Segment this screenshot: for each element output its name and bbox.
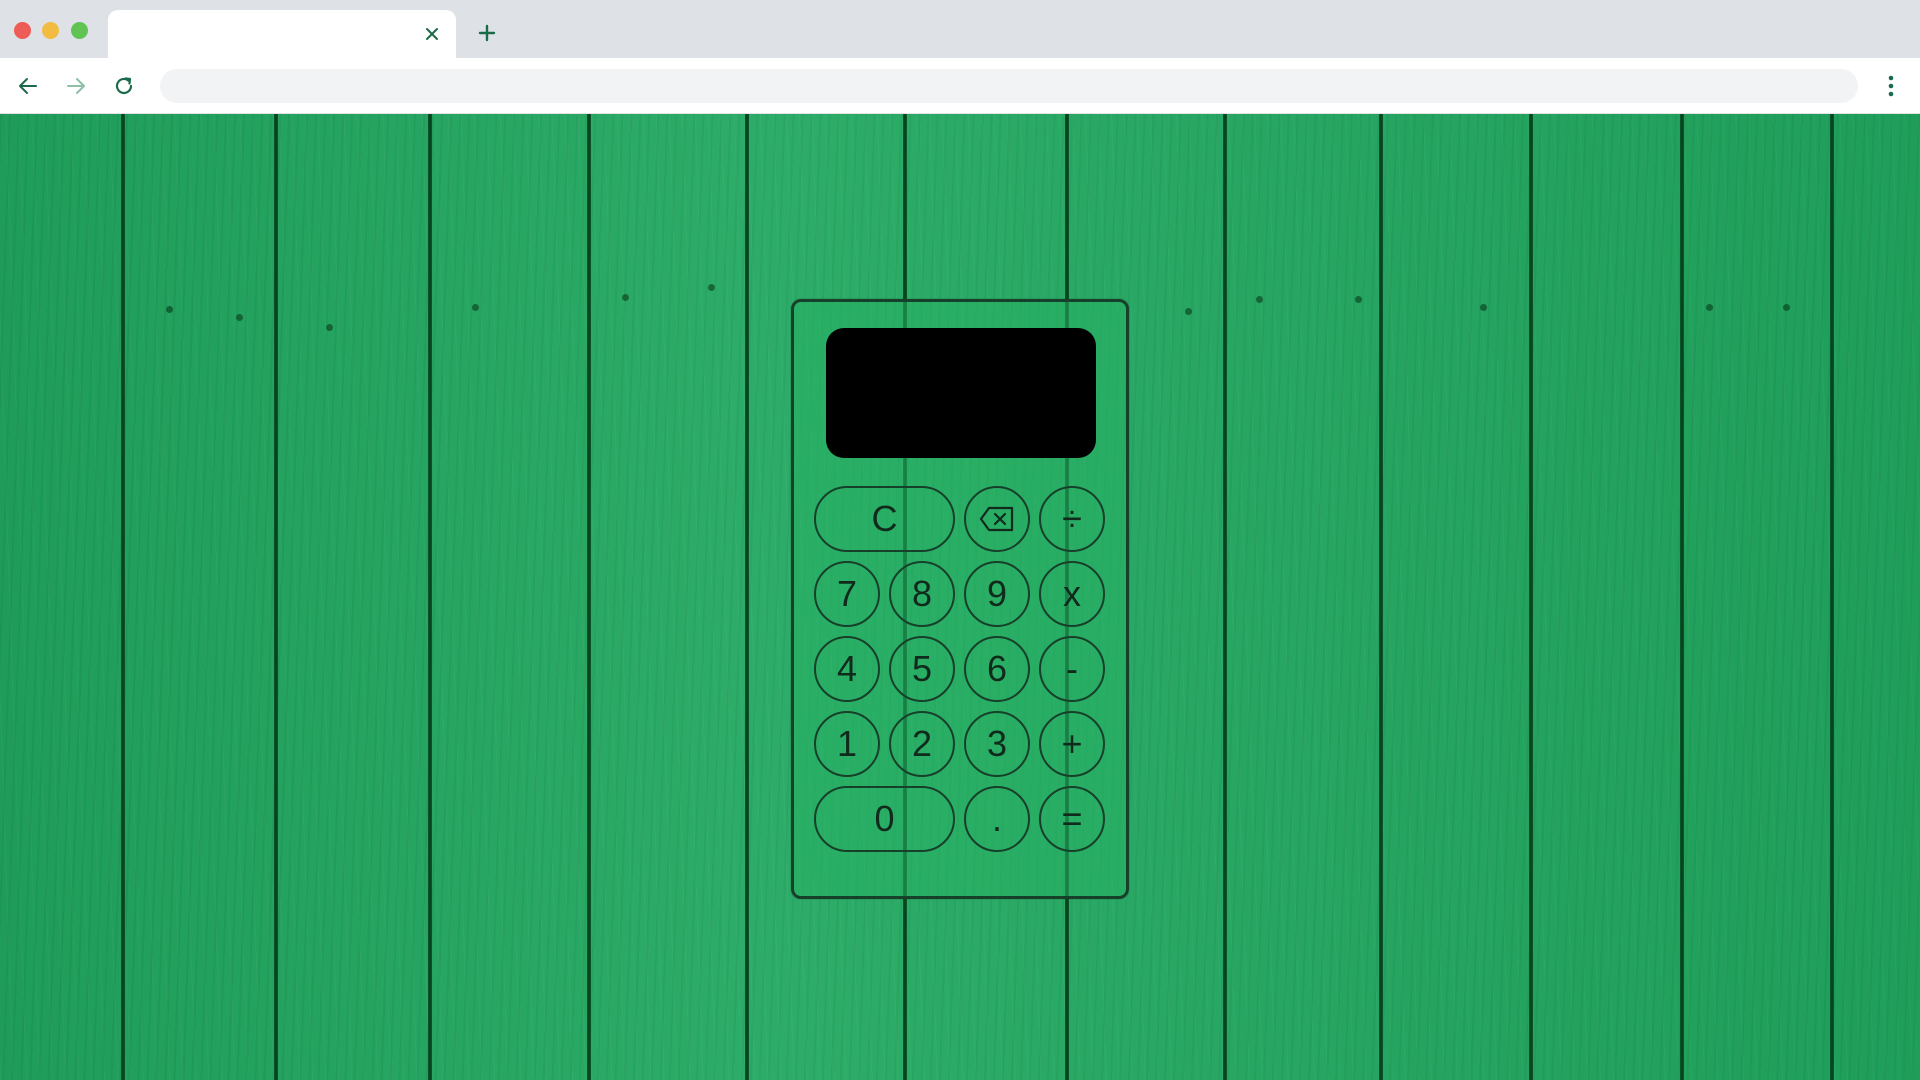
decimal-button[interactable]: . <box>964 786 1030 852</box>
tab-title <box>124 25 404 45</box>
digit-3-label: 3 <box>986 723 1008 764</box>
digit-8-button[interactable]: 8 <box>889 561 955 627</box>
minimize-window-button[interactable] <box>42 22 59 39</box>
digit-2-label: 2 <box>911 723 933 764</box>
close-icon <box>426 28 438 40</box>
digit-4-label: 4 <box>836 648 858 689</box>
plank-gap <box>121 114 125 1080</box>
wood-knot <box>708 284 715 291</box>
digit-5-label: 5 <box>911 648 933 689</box>
digit-8-label: 8 <box>911 573 933 614</box>
wood-knot <box>1706 304 1713 311</box>
reload-icon <box>115 77 133 95</box>
kebab-menu-icon <box>1888 75 1894 97</box>
plank-gap <box>1529 114 1533 1080</box>
wood-knot <box>1480 304 1487 311</box>
divide-button-label: ÷ <box>1062 498 1082 539</box>
close-window-button[interactable] <box>14 22 31 39</box>
plank-gap <box>1830 114 1834 1080</box>
digit-2-button[interactable]: 2 <box>889 711 955 777</box>
multiply-label: x <box>1063 573 1081 614</box>
back-button[interactable] <box>13 71 43 101</box>
maximize-window-button[interactable] <box>71 22 88 39</box>
digit-1-label: 1 <box>836 723 858 764</box>
browser-toolbar <box>0 58 1920 114</box>
add-button[interactable]: + <box>1039 711 1105 777</box>
forward-button[interactable] <box>61 71 91 101</box>
multiply-button[interactable]: x <box>1039 561 1105 627</box>
clear-button-label: C <box>871 498 898 539</box>
divide-button[interactable]: ÷ <box>1039 486 1105 552</box>
subtract-label: - <box>1066 648 1078 689</box>
plank-gap <box>1223 114 1227 1080</box>
wood-knot <box>236 314 243 321</box>
new-tab-button[interactable] <box>474 20 500 46</box>
arrow-left-icon <box>19 78 37 94</box>
digit-6-label: 6 <box>986 648 1008 689</box>
reload-button[interactable] <box>109 71 139 101</box>
plank-gap <box>745 114 749 1080</box>
equals-button[interactable]: = <box>1039 786 1105 852</box>
wood-knot <box>1256 296 1263 303</box>
equals-label: = <box>1061 798 1083 839</box>
wood-knot <box>1783 304 1790 311</box>
plank-gap <box>1379 114 1383 1080</box>
tab-strip <box>0 0 1920 58</box>
plank-gap <box>1680 114 1684 1080</box>
close-tab-button[interactable] <box>420 22 444 46</box>
digit-0-label: 0 <box>874 798 895 839</box>
page-background: C ÷ 7 8 9 x 4 5 6 - 1 2 3 + 0 . = <box>0 114 1920 1080</box>
wood-knot <box>166 306 173 313</box>
wood-knot <box>326 324 333 331</box>
digit-4-button[interactable]: 4 <box>814 636 880 702</box>
plank-gap <box>428 114 432 1080</box>
clear-button[interactable]: C <box>814 486 955 552</box>
add-label: + <box>1061 723 1083 764</box>
backspace-button[interactable] <box>964 486 1030 552</box>
plank-gap <box>274 114 278 1080</box>
digit-9-button[interactable]: 9 <box>964 561 1030 627</box>
tab-active[interactable] <box>108 10 456 58</box>
digit-1-button[interactable]: 1 <box>814 711 880 777</box>
plank-gap <box>587 114 591 1080</box>
subtract-button[interactable]: - <box>1039 636 1105 702</box>
digit-7-label: 7 <box>836 573 858 614</box>
wood-knot <box>1185 308 1192 315</box>
arrow-right-icon <box>67 78 85 94</box>
calculator-display <box>826 328 1096 458</box>
decimal-label: . <box>991 798 1002 839</box>
calculator: C ÷ 7 8 9 x 4 5 6 - 1 2 3 + 0 . = <box>791 299 1129 899</box>
wood-knot <box>472 304 479 311</box>
browser-menu-button[interactable] <box>1876 71 1906 101</box>
wood-knot <box>622 294 629 301</box>
plus-icon <box>478 24 496 42</box>
address-bar[interactable] <box>160 69 1858 103</box>
backspace-icon <box>979 506 1014 532</box>
digit-7-button[interactable]: 7 <box>814 561 880 627</box>
wood-knot <box>1355 296 1362 303</box>
digit-6-button[interactable]: 6 <box>964 636 1030 702</box>
digit-9-label: 9 <box>986 573 1008 614</box>
digit-3-button[interactable]: 3 <box>964 711 1030 777</box>
digit-0-button[interactable]: 0 <box>814 786 955 852</box>
digit-5-button[interactable]: 5 <box>889 636 955 702</box>
